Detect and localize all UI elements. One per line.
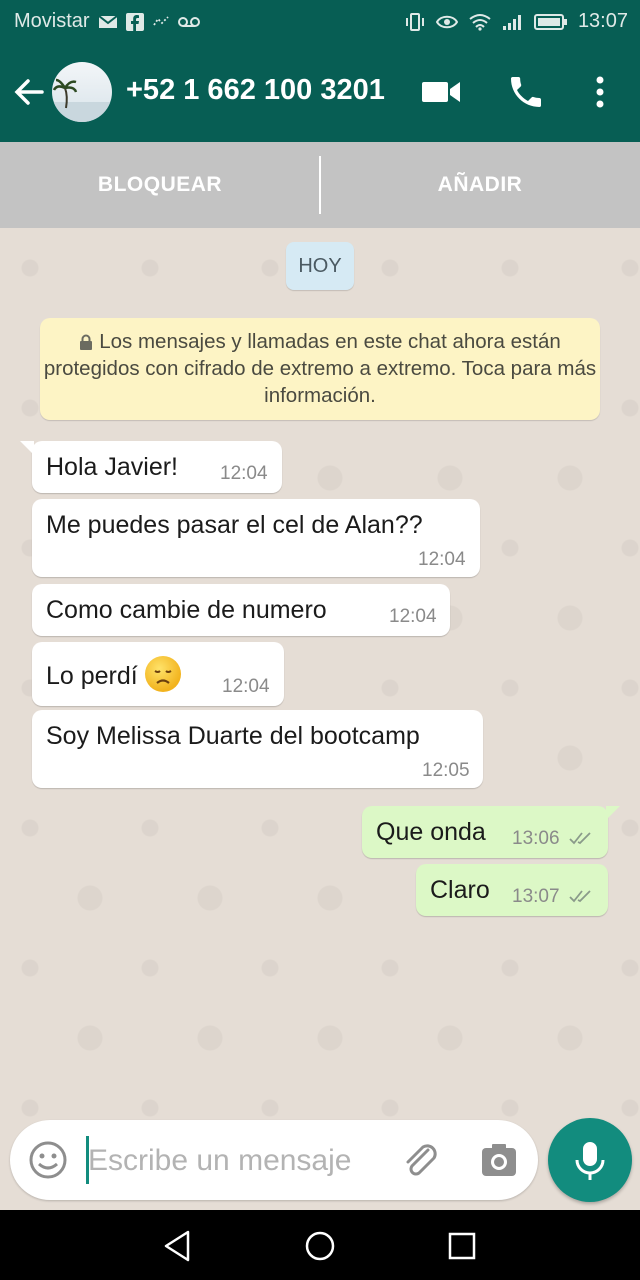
message-list[interactable]: HOY Los mensajes y llamadas en este chat… xyxy=(0,228,640,1210)
voice-message-button[interactable] xyxy=(548,1118,632,1202)
message-input[interactable] xyxy=(86,1134,390,1188)
double-check-icon xyxy=(569,832,591,845)
message-text-wrap: Lo perdí xyxy=(46,656,181,692)
system-navigation-bar xyxy=(0,1210,640,1280)
message-time: 12:04 xyxy=(222,676,270,697)
disappointed-face-icon xyxy=(144,656,181,692)
paperclip-icon xyxy=(406,1144,437,1176)
date-chip: HOY xyxy=(286,242,354,290)
message-text: Hola Javier! xyxy=(46,453,178,481)
voice-call-button[interactable] xyxy=(506,72,546,112)
phone-icon xyxy=(511,77,541,107)
clock: 13:07 xyxy=(577,10,628,32)
message-time: 13:06 xyxy=(512,828,560,849)
contact-avatar[interactable] xyxy=(52,62,112,122)
camera-button[interactable] xyxy=(480,1142,518,1178)
vibrate-icon xyxy=(405,12,424,31)
bubble-tail xyxy=(20,441,34,455)
composer xyxy=(10,1120,538,1200)
smiley-icon xyxy=(29,1141,67,1179)
back-button[interactable] xyxy=(12,72,48,112)
message-text: Lo perdí xyxy=(46,662,138,690)
nav-recents-button[interactable] xyxy=(442,1226,482,1266)
message-text: Claro xyxy=(430,876,490,904)
encryption-notice-text: Los mensajes y llamadas en este chat aho… xyxy=(43,330,597,407)
message-text: Soy Melissa Duarte del bootcamp xyxy=(46,722,420,750)
triangle-back-icon xyxy=(164,1230,190,1262)
message-text: Que onda xyxy=(376,818,486,846)
message-incoming[interactable]: Hola Javier! 12:04 xyxy=(20,441,282,493)
microphone-icon xyxy=(575,1142,605,1180)
video-camera-icon xyxy=(422,82,460,102)
message-incoming[interactable]: Soy Melissa Duarte del bootcamp 12:05 xyxy=(32,710,483,788)
block-button[interactable]: BLOQUEAR xyxy=(0,142,320,228)
chat-header: +52 1 662 100 3201 xyxy=(0,42,640,142)
message-incoming[interactable]: Lo perdí 12:04 xyxy=(32,642,284,706)
circle-home-icon xyxy=(305,1231,335,1261)
arrow-left-icon xyxy=(14,79,44,105)
eye-icon xyxy=(435,15,458,28)
message-time: 12:04 xyxy=(220,463,268,484)
message-incoming[interactable]: Como cambie de numero 12:04 xyxy=(32,584,450,636)
attach-button[interactable] xyxy=(400,1140,442,1182)
palm-tree-icon xyxy=(52,78,112,122)
nav-home-button[interactable] xyxy=(300,1226,340,1266)
unknown-contact-actions: BLOQUEAR AÑADIR xyxy=(0,142,640,228)
facebook-icon xyxy=(125,12,144,31)
message-outgoing[interactable]: Que onda 13:06 xyxy=(362,806,620,858)
overflow-menu-button[interactable] xyxy=(590,70,610,114)
message-outgoing[interactable]: Claro 13:07 xyxy=(416,864,608,916)
lock-icon xyxy=(80,334,93,350)
carrier-name: Movistar xyxy=(14,10,90,32)
contact-title[interactable]: +52 1 662 100 3201 xyxy=(126,74,396,107)
signal-icon xyxy=(502,14,521,30)
nav-back-button[interactable] xyxy=(158,1226,198,1266)
square-recents-icon xyxy=(448,1232,476,1260)
bubble-tail xyxy=(606,806,620,820)
status-bar: Movistar 13:07 xyxy=(0,0,640,42)
missed-call-icon xyxy=(152,15,169,25)
message-text: Como cambie de numero xyxy=(46,596,327,624)
more-vert-icon xyxy=(596,76,604,108)
message-time: 12:04 xyxy=(418,549,466,570)
message-time: 13:07 xyxy=(512,886,560,907)
video-call-button[interactable] xyxy=(420,76,462,108)
double-check-icon xyxy=(569,890,591,903)
mail-icon xyxy=(97,14,118,28)
message-incoming[interactable]: Me puedes pasar el cel de Alan?? 12:04 xyxy=(32,499,480,577)
add-contact-button[interactable]: AÑADIR xyxy=(320,142,640,228)
camera-icon xyxy=(482,1144,516,1176)
message-time: 12:04 xyxy=(389,606,437,627)
emoji-button[interactable] xyxy=(28,1140,68,1180)
voicemail-icon xyxy=(177,16,200,27)
message-time: 12:05 xyxy=(422,760,470,781)
message-text: Me puedes pasar el cel de Alan?? xyxy=(46,511,423,539)
battery-icon xyxy=(533,13,567,30)
encryption-notice[interactable]: Los mensajes y llamadas en este chat aho… xyxy=(40,318,600,420)
wifi-icon xyxy=(469,13,491,31)
